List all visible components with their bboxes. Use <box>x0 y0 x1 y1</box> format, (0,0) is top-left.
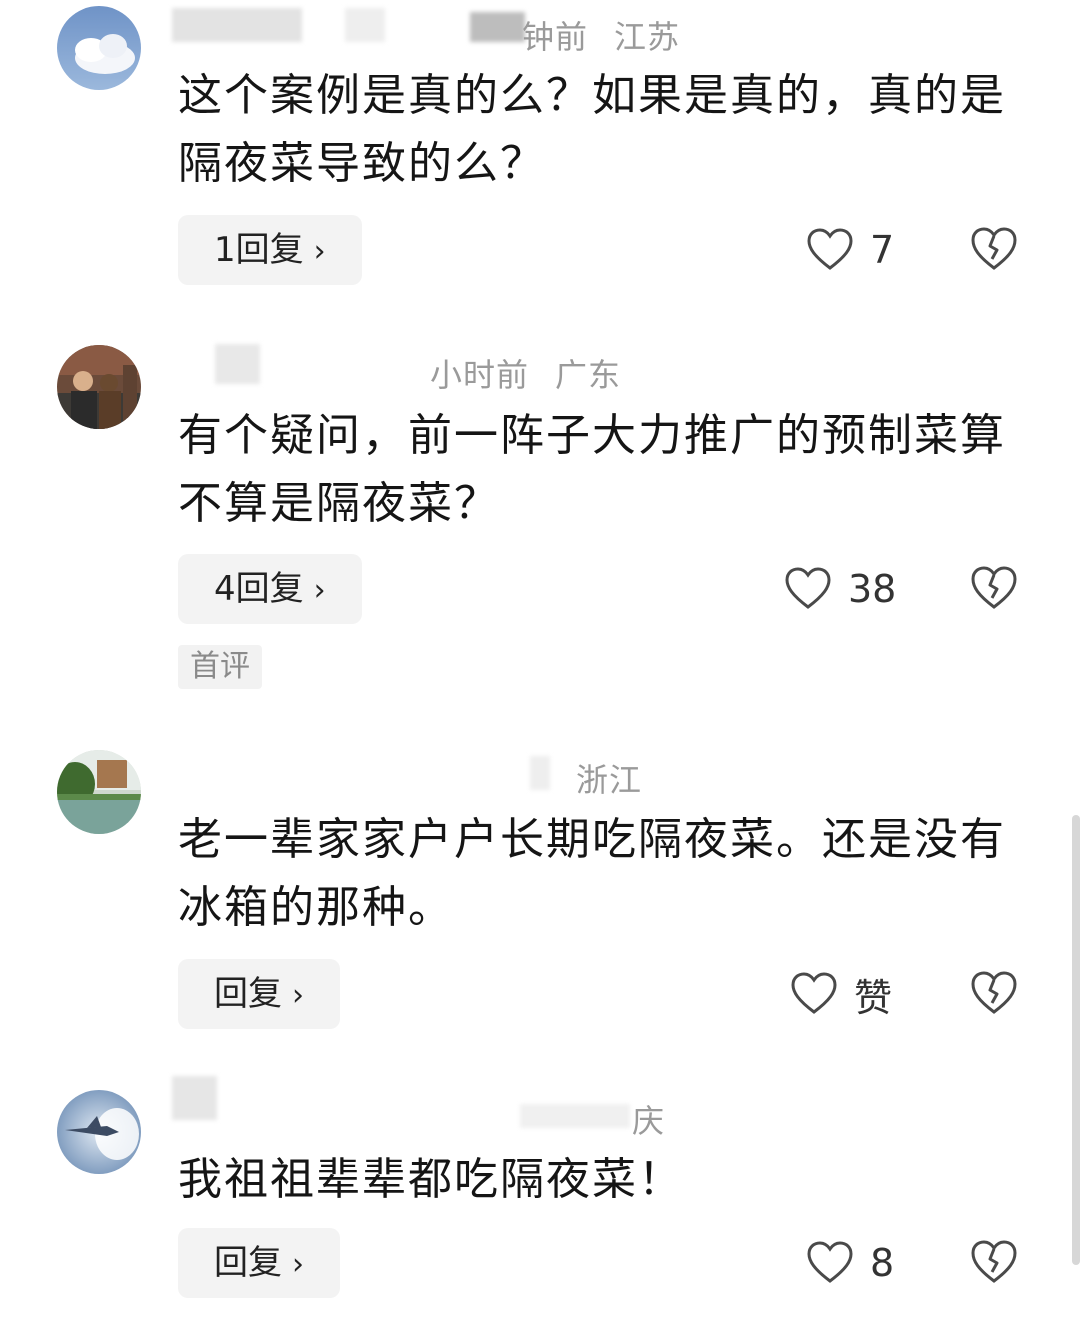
landscape-avatar-icon <box>57 750 141 834</box>
reply-label: 1回复 <box>214 230 304 270</box>
comment-location: 广东 <box>555 356 622 394</box>
comment-text: 这个案例是真的么？如果是真的，真的是隔夜菜导致的么？ <box>178 70 1006 189</box>
scrollbar[interactable] <box>1072 815 1080 1265</box>
first-comment-badge: 首评 <box>178 645 262 689</box>
like-count: 8 <box>870 1241 895 1285</box>
username-redacted <box>172 1076 217 1120</box>
reply-label: 回复 <box>214 974 282 1014</box>
avatar[interactable] <box>57 1090 141 1174</box>
chevron-right-icon: › <box>292 978 304 1013</box>
comment-meta: 小时前 广东 <box>430 350 621 396</box>
reply-button[interactable]: 回复 › <box>178 1228 340 1298</box>
person-avatar-icon <box>57 345 141 429</box>
username-redacted <box>172 8 302 42</box>
heart-outline-icon <box>807 1241 853 1283</box>
comment-time: 钟前 <box>522 18 589 56</box>
comment-time: 小时前 <box>430 356 530 394</box>
avatar[interactable] <box>57 6 141 90</box>
username-redacted <box>215 344 260 384</box>
time-redacted <box>530 756 550 790</box>
broken-heart-icon <box>971 971 1017 1014</box>
comment-location: 庆 <box>632 1102 666 1140</box>
comment-text: 老一辈家家户户长期吃隔夜菜。还是没有冰箱的那种。 <box>178 814 1006 933</box>
comment-location: 江苏 <box>614 18 681 56</box>
dislike-button[interactable] <box>970 970 1018 1016</box>
comment-text: 有个疑问，前一阵子大力推广的预制菜算不算是隔夜菜？ <box>178 410 1006 529</box>
like-button[interactable]: 7 <box>806 220 894 280</box>
avatar[interactable] <box>57 345 141 429</box>
avatar[interactable] <box>57 750 141 834</box>
comment-meta: 庆 <box>632 1096 665 1142</box>
comment-text: 我祖祖辈辈都吃隔夜菜！ <box>178 1154 684 1205</box>
heart-outline-icon <box>807 228 853 270</box>
comment-meta: 钟前 江苏 <box>522 12 680 58</box>
like-button[interactable]: 38 <box>784 559 896 619</box>
heart-outline-icon <box>785 567 831 609</box>
reply-button[interactable]: 4回复 › <box>178 554 362 624</box>
reply-label: 回复 <box>214 1243 282 1283</box>
broken-heart-icon <box>971 1240 1017 1283</box>
chevron-right-icon: › <box>313 234 326 269</box>
broken-heart-icon <box>971 227 1017 270</box>
dislike-button[interactable] <box>970 1239 1018 1285</box>
dislike-button[interactable] <box>970 226 1018 272</box>
time-redacted <box>470 12 525 42</box>
jet-avatar-icon <box>57 1090 141 1174</box>
reply-button[interactable]: 1回复 › <box>178 215 362 285</box>
time-redacted <box>520 1104 630 1128</box>
dislike-button[interactable] <box>970 565 1018 611</box>
comment-location: 浙江 <box>576 761 643 799</box>
comment-feed: 钟前江苏 这个案例是真的么？如果是真的，真的是隔夜菜导致的么？ 1回复 › 7 <box>0 0 1080 1343</box>
like-button[interactable]: 赞 <box>790 964 892 1024</box>
comment-meta: 浙江 <box>550 755 642 801</box>
like-count: 7 <box>870 228 895 272</box>
like-count: 赞 <box>854 975 893 1020</box>
like-count: 38 <box>848 567 897 611</box>
cloud-avatar-icon <box>57 6 141 90</box>
heart-outline-icon <box>791 972 837 1014</box>
chevron-right-icon: › <box>292 1247 304 1282</box>
reply-button[interactable]: 回复 › <box>178 959 340 1029</box>
like-button[interactable]: 8 <box>806 1233 894 1293</box>
reply-label: 4回复 <box>214 569 304 609</box>
broken-heart-icon <box>971 566 1017 609</box>
username-redacted <box>345 8 385 42</box>
chevron-right-icon: › <box>313 573 326 608</box>
